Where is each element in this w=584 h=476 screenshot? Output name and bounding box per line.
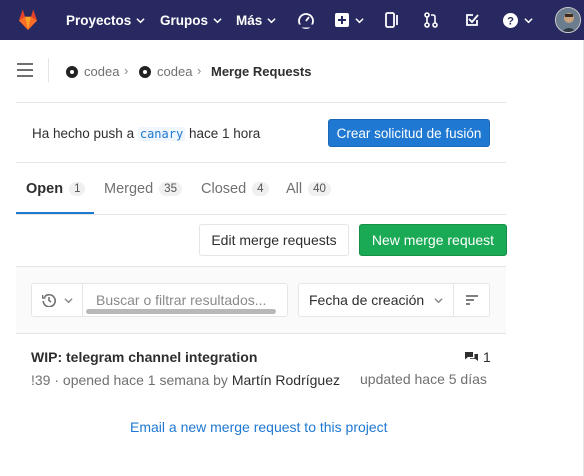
comments-icon — [465, 351, 478, 361]
sort-dropdown-label: Fecha de creación — [309, 292, 425, 308]
chevron-down-icon — [63, 297, 73, 303]
history-icon — [41, 293, 56, 307]
breadcrumb-divider — [48, 58, 49, 82]
tab-open[interactable]: Open 1 — [26, 179, 86, 199]
tab-all-label: All — [286, 181, 303, 197]
merge-request-title-link[interactable]: WIP: telegram channel integration — [31, 349, 257, 365]
breadcrumb-project-link[interactable]: codea — [139, 64, 192, 79]
breadcrumb-group-label: codea — [84, 64, 120, 79]
chevron-right-icon: › — [124, 63, 129, 78]
group-avatar-icon — [66, 65, 78, 78]
chevron-down-icon — [524, 17, 533, 23]
email-new-merge-request-link[interactable]: Email a new merge request to this projec… — [130, 419, 388, 435]
comments-count: 1 — [483, 349, 491, 365]
tab-open-count: 1 — [69, 182, 86, 196]
tab-merged[interactable]: Merged 35 — [104, 179, 182, 199]
nav-groups-dropdown[interactable]: Grupos — [160, 0, 222, 40]
merge-request-meta: !39 · opened hace 1 semana by Martín Rod… — [31, 372, 340, 388]
chevron-down-icon — [213, 17, 222, 23]
sort-lowest-icon — [465, 295, 478, 305]
merge-request-opened: · opened hace 1 semana by — [54, 372, 228, 388]
dashboard-gauge-icon[interactable] — [297, 10, 315, 30]
push-prefix: Ha hecho push a — [32, 126, 135, 141]
svg-text:?: ? — [507, 15, 514, 27]
tab-closed-count: 4 — [252, 182, 269, 196]
recent-push-message: Ha hecho push a canary hace 1 hora — [32, 126, 260, 141]
nav-groups-label: Grupos — [160, 12, 209, 28]
tab-all[interactable]: All 40 — [286, 179, 331, 199]
breadcrumb-group-link[interactable]: codea — [66, 64, 119, 79]
todo-check-icon[interactable] — [465, 10, 479, 30]
new-item-dropdown[interactable] — [335, 10, 364, 30]
nav-projects-dropdown[interactable]: Proyectos — [66, 0, 145, 40]
help-icon: ? — [503, 12, 518, 28]
merge-request-ref: !39 — [31, 372, 51, 388]
tab-open-label: Open — [26, 181, 64, 197]
sidebar-toggle-hamburger-icon[interactable] — [17, 63, 33, 77]
merge-request-updated: updated hace 5 días — [360, 371, 487, 387]
chevron-down-icon — [434, 298, 443, 304]
create-merge-request-button[interactable]: Crear solicitud de fusión — [328, 119, 490, 147]
tab-merged-count: 35 — [159, 182, 182, 196]
merge-request-icon[interactable] — [424, 10, 438, 30]
search-scrollbar[interactable] — [86, 309, 276, 314]
breadcrumb-project-label: codea — [157, 64, 193, 79]
merge-request-author-link[interactable]: Martín Rodríguez — [232, 372, 340, 388]
tab-closed[interactable]: Closed 4 — [201, 179, 269, 199]
nav-more-dropdown[interactable]: Más — [236, 0, 276, 40]
user-avatar[interactable] — [555, 7, 581, 33]
sort-direction-button[interactable] — [453, 283, 490, 317]
nav-projects-label: Proyectos — [66, 12, 132, 28]
chevron-down-icon — [267, 17, 276, 23]
search-input[interactable] — [96, 292, 276, 308]
divider — [16, 102, 506, 103]
tab-merged-label: Merged — [104, 181, 154, 197]
chevron-down-icon — [355, 17, 364, 23]
issues-icon[interactable] — [385, 10, 399, 30]
tab-all-count: 40 — [308, 182, 331, 196]
branch-name[interactable]: canary — [137, 127, 186, 141]
help-dropdown[interactable]: ? — [503, 10, 533, 30]
divider — [16, 162, 506, 163]
divider — [16, 214, 506, 215]
sort-dropdown[interactable]: Fecha de creación — [298, 283, 454, 317]
new-merge-request-button[interactable]: New merge request — [359, 224, 507, 256]
breadcrumb-current[interactable]: Merge Requests — [211, 64, 311, 79]
plus-square-icon — [335, 13, 349, 27]
top-navbar: Proyectos Grupos Más ? — [0, 0, 584, 40]
nav-more-label: Más — [236, 12, 263, 28]
tab-closed-label: Closed — [201, 181, 247, 197]
chevron-right-icon: › — [197, 63, 202, 78]
chevron-down-icon — [136, 17, 145, 23]
push-time: hace 1 hora — [188, 126, 261, 141]
recent-searches-dropdown[interactable] — [31, 283, 83, 317]
gitlab-logo-icon[interactable] — [16, 8, 40, 32]
project-avatar-icon — [139, 65, 151, 78]
edit-merge-requests-button[interactable]: Edit merge requests — [199, 224, 349, 256]
merge-request-comments[interactable]: 1 — [464, 349, 491, 365]
